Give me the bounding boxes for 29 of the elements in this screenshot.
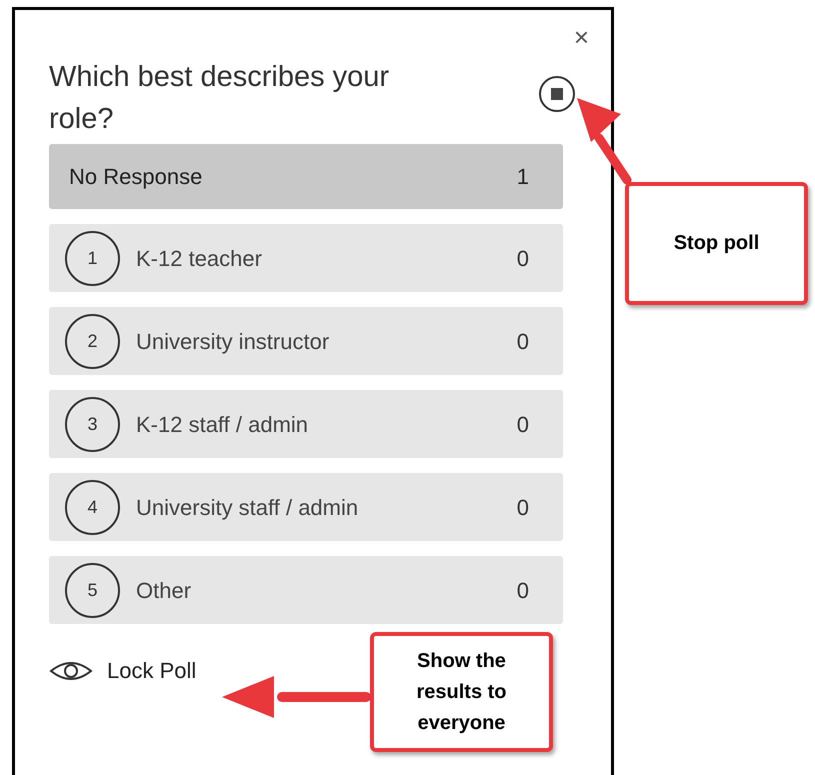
response-count: 0 [516, 328, 529, 356]
poll-option[interactable]: 3 K-12 staff / admin 0 [49, 390, 563, 458]
poll-question: Which best describes your role? [49, 60, 390, 137]
option-number: 2 [65, 314, 120, 368]
option-label: University staff / admin [136, 494, 360, 522]
option-label: K-12 teacher [136, 244, 263, 272]
response-count: 0 [516, 576, 529, 604]
option-label: Other [136, 576, 192, 604]
callout-text: Stop poll [674, 231, 760, 256]
option-label: No Response [69, 163, 202, 191]
poll-option[interactable]: 4 University staff / admin 0 [49, 473, 563, 541]
option-number: 5 [65, 562, 120, 618]
response-count: 1 [516, 163, 529, 191]
option-number: 4 [65, 480, 120, 534]
response-count: 0 [516, 410, 529, 438]
option-number: 1 [65, 230, 120, 286]
lock-poll-button[interactable]: Lock Poll [107, 654, 196, 687]
callout-text: Show the results to everyone [415, 648, 508, 736]
poll-option[interactable]: 1 K-12 teacher 0 [49, 224, 563, 292]
response-count: 0 [516, 494, 529, 522]
stop-icon [551, 88, 563, 100]
poll-option[interactable]: 5 Other 0 [49, 556, 563, 624]
poll-option[interactable]: 2 University instructor 0 [49, 307, 563, 375]
close-button[interactable]: × [574, 24, 589, 50]
option-label: University instructor [136, 328, 330, 356]
stop-button[interactable] [539, 76, 575, 112]
option-number: 3 [65, 396, 120, 452]
response-count: 0 [516, 244, 529, 272]
option-label: K-12 staff / admin [136, 410, 310, 438]
